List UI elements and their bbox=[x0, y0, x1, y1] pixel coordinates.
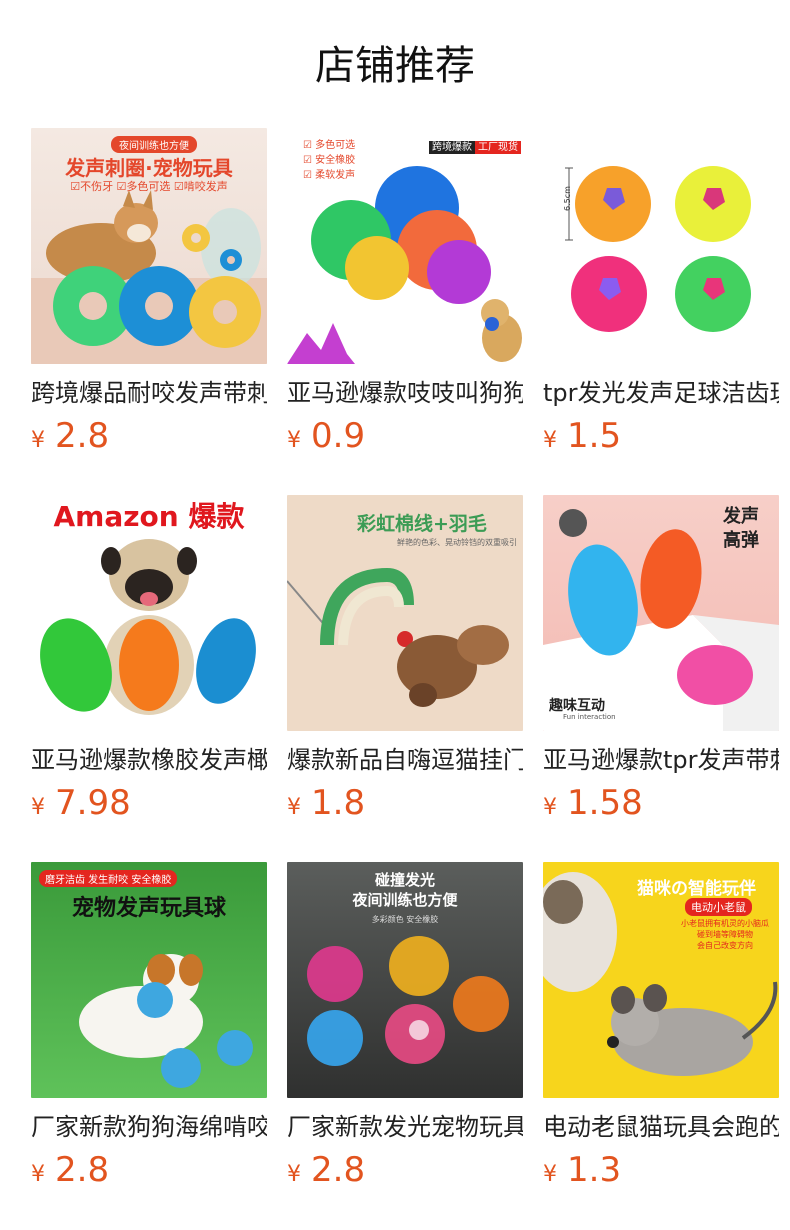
image-features: ☑ 多色可选 ☑ 安全橡胶 ☑ 柔软发声 bbox=[303, 140, 356, 181]
image-caption: 趣味互动 bbox=[549, 698, 605, 714]
currency-symbol: ¥ bbox=[543, 795, 557, 820]
image-headline: 彩虹棉线+羽毛 bbox=[357, 513, 487, 535]
product-image[interactable]: 磨牙洁齿 发生耐咬 安全橡胶 宠物发声玩具球 bbox=[31, 862, 267, 1098]
product-price: ¥1.3 bbox=[543, 1148, 779, 1198]
image-badge: 电动小老鼠 bbox=[685, 898, 752, 916]
image-subline: 小老鼠拥有机灵的小脑瓜 碰到墙等障碍物 会自己改变方向 bbox=[681, 919, 769, 950]
product-price: ¥1.5 bbox=[543, 414, 779, 464]
product-price: ¥1.58 bbox=[543, 781, 779, 831]
image-headline: Amazon 爆款 bbox=[53, 500, 245, 533]
currency-symbol: ¥ bbox=[287, 428, 301, 453]
product-image[interactable]: ☑ 多色可选 ☑ 安全橡胶 ☑ 柔软发声 跨境爆款 工厂现货 bbox=[287, 128, 523, 364]
price-value: 2.8 bbox=[55, 1150, 110, 1190]
product-price: ¥2.8 bbox=[31, 1148, 267, 1198]
image-headline: 发声刺圈·宠物玩具 bbox=[65, 156, 233, 180]
product-name[interactable]: 跨境爆品耐咬发声带刺圈宠物玩具 bbox=[31, 376, 267, 410]
product-card[interactable]: 磨牙洁齿 发生耐咬 安全橡胶 宠物发声玩具球 厂家新款狗狗海绵啃咬发声球 ¥2.… bbox=[31, 862, 267, 1198]
product-image[interactable]: 发声 高弹 趣味互动 Fun interaction bbox=[543, 495, 779, 731]
currency-symbol: ¥ bbox=[543, 1162, 557, 1187]
image-tags: 跨境爆款 工厂现货 bbox=[429, 138, 521, 154]
product-card[interactable]: Amazon 爆款 亚马逊爆款橡胶发声橄榄球 ¥7.98 bbox=[31, 495, 267, 831]
product-image[interactable]: 猫咪の智能玩伴 电动小老鼠 小老鼠拥有机灵的小脑瓜 碰到墙等障碍物 会自己改变方… bbox=[543, 862, 779, 1098]
product-price: ¥1.8 bbox=[287, 781, 523, 831]
product-name[interactable]: 亚马逊爆款吱吱叫狗狗玩具球 bbox=[287, 376, 523, 410]
image-headline: 猫咪の智能玩伴 bbox=[637, 879, 756, 899]
image-badge: 磨牙洁齿 发生耐咬 安全橡胶 bbox=[39, 870, 178, 887]
product-name[interactable]: tpr发光发声足球洁齿玩具 bbox=[543, 376, 779, 410]
currency-symbol: ¥ bbox=[543, 428, 557, 453]
product-image[interactable]: 夜间训练也方便 发声刺圈·宠物玩具 ☑不伤牙 ☑多色可选 ☑啃咬发声 bbox=[31, 128, 267, 364]
product-name[interactable]: 亚马逊爆款橡胶发声橄榄球 bbox=[31, 743, 267, 777]
currency-symbol: ¥ bbox=[31, 795, 45, 820]
price-value: 2.8 bbox=[55, 416, 110, 456]
image-badge: 夜间训练也方便 bbox=[111, 136, 197, 153]
product-name[interactable]: 亚马逊爆款tpr发声带刺球 bbox=[543, 743, 779, 777]
product-price: ¥2.8 bbox=[31, 414, 267, 464]
product-name[interactable]: 厂家新款发光宠物玩具球 bbox=[287, 1110, 523, 1144]
product-card[interactable]: 6.5cm tpr发光发声足球洁齿玩具 ¥1.5 bbox=[543, 128, 779, 464]
product-card[interactable]: 彩虹棉线+羽毛 鲜艳的色彩、晃动铃铛的双重吸引 爆款新品自嗨逗猫挂门玩具 ¥1.… bbox=[287, 495, 523, 831]
image-headline: 宠物发声玩具球 bbox=[71, 896, 226, 921]
image-subline: 多彩颜色 安全橡胶 bbox=[371, 915, 439, 924]
price-value: 7.98 bbox=[55, 783, 131, 823]
price-value: 1.8 bbox=[311, 783, 366, 823]
product-grid: 夜间训练也方便 发声刺圈·宠物玩具 ☑不伤牙 ☑多色可选 ☑啃咬发声 跨境爆品耐… bbox=[0, 0, 790, 1230]
product-card[interactable]: 猫咪の智能玩伴 电动小老鼠 小老鼠拥有机灵的小脑瓜 碰到墙等障碍物 会自己改变方… bbox=[543, 862, 779, 1198]
product-price: ¥7.98 bbox=[31, 781, 267, 831]
image-caption-sub: Fun interaction bbox=[563, 713, 616, 721]
currency-symbol: ¥ bbox=[31, 1162, 45, 1187]
product-name[interactable]: 爆款新品自嗨逗猫挂门玩具 bbox=[287, 743, 523, 777]
currency-symbol: ¥ bbox=[31, 428, 45, 453]
image-headline: 发声 高弹 bbox=[723, 506, 759, 551]
product-name[interactable]: 电动老鼠猫玩具会跑的小老鼠 bbox=[543, 1110, 779, 1144]
image-headline: 碰撞发光 夜间训练也方便 bbox=[352, 871, 458, 909]
product-price: ¥2.8 bbox=[287, 1148, 523, 1198]
product-image[interactable]: Amazon 爆款 bbox=[31, 495, 267, 731]
image-dimension: 6.5cm bbox=[562, 186, 572, 211]
price-value: 0.9 bbox=[311, 416, 366, 456]
price-value: 1.3 bbox=[567, 1150, 622, 1190]
product-card[interactable]: 夜间训练也方便 发声刺圈·宠物玩具 ☑不伤牙 ☑多色可选 ☑啃咬发声 跨境爆品耐… bbox=[31, 128, 267, 464]
price-value: 2.8 bbox=[311, 1150, 366, 1190]
product-card[interactable]: ☑ 多色可选 ☑ 安全橡胶 ☑ 柔软发声 跨境爆款 工厂现货 亚马逊爆款吱吱叫狗狗… bbox=[287, 128, 523, 464]
product-name[interactable]: 厂家新款狗狗海绵啃咬发声球 bbox=[31, 1110, 267, 1144]
product-price: ¥0.9 bbox=[287, 414, 523, 464]
price-value: 1.58 bbox=[567, 783, 643, 823]
product-card[interactable]: 发声 高弹 趣味互动 Fun interaction 亚马逊爆款tpr发声带刺球… bbox=[543, 495, 779, 831]
product-image[interactable]: 碰撞发光 夜间训练也方便 多彩颜色 安全橡胶 bbox=[287, 862, 523, 1098]
product-card[interactable]: 碰撞发光 夜间训练也方便 多彩颜色 安全橡胶 厂家新款发光宠物玩具球 ¥2.8 bbox=[287, 862, 523, 1198]
image-subline: 鲜艳的色彩、晃动铃铛的双重吸引 bbox=[397, 538, 517, 547]
product-image[interactable]: 6.5cm bbox=[543, 128, 779, 364]
currency-symbol: ¥ bbox=[287, 795, 301, 820]
price-value: 1.5 bbox=[567, 416, 622, 456]
product-image[interactable]: 彩虹棉线+羽毛 鲜艳的色彩、晃动铃铛的双重吸引 bbox=[287, 495, 523, 731]
currency-symbol: ¥ bbox=[287, 1162, 301, 1187]
image-features: ☑不伤牙 ☑多色可选 ☑啃咬发声 bbox=[70, 180, 228, 193]
